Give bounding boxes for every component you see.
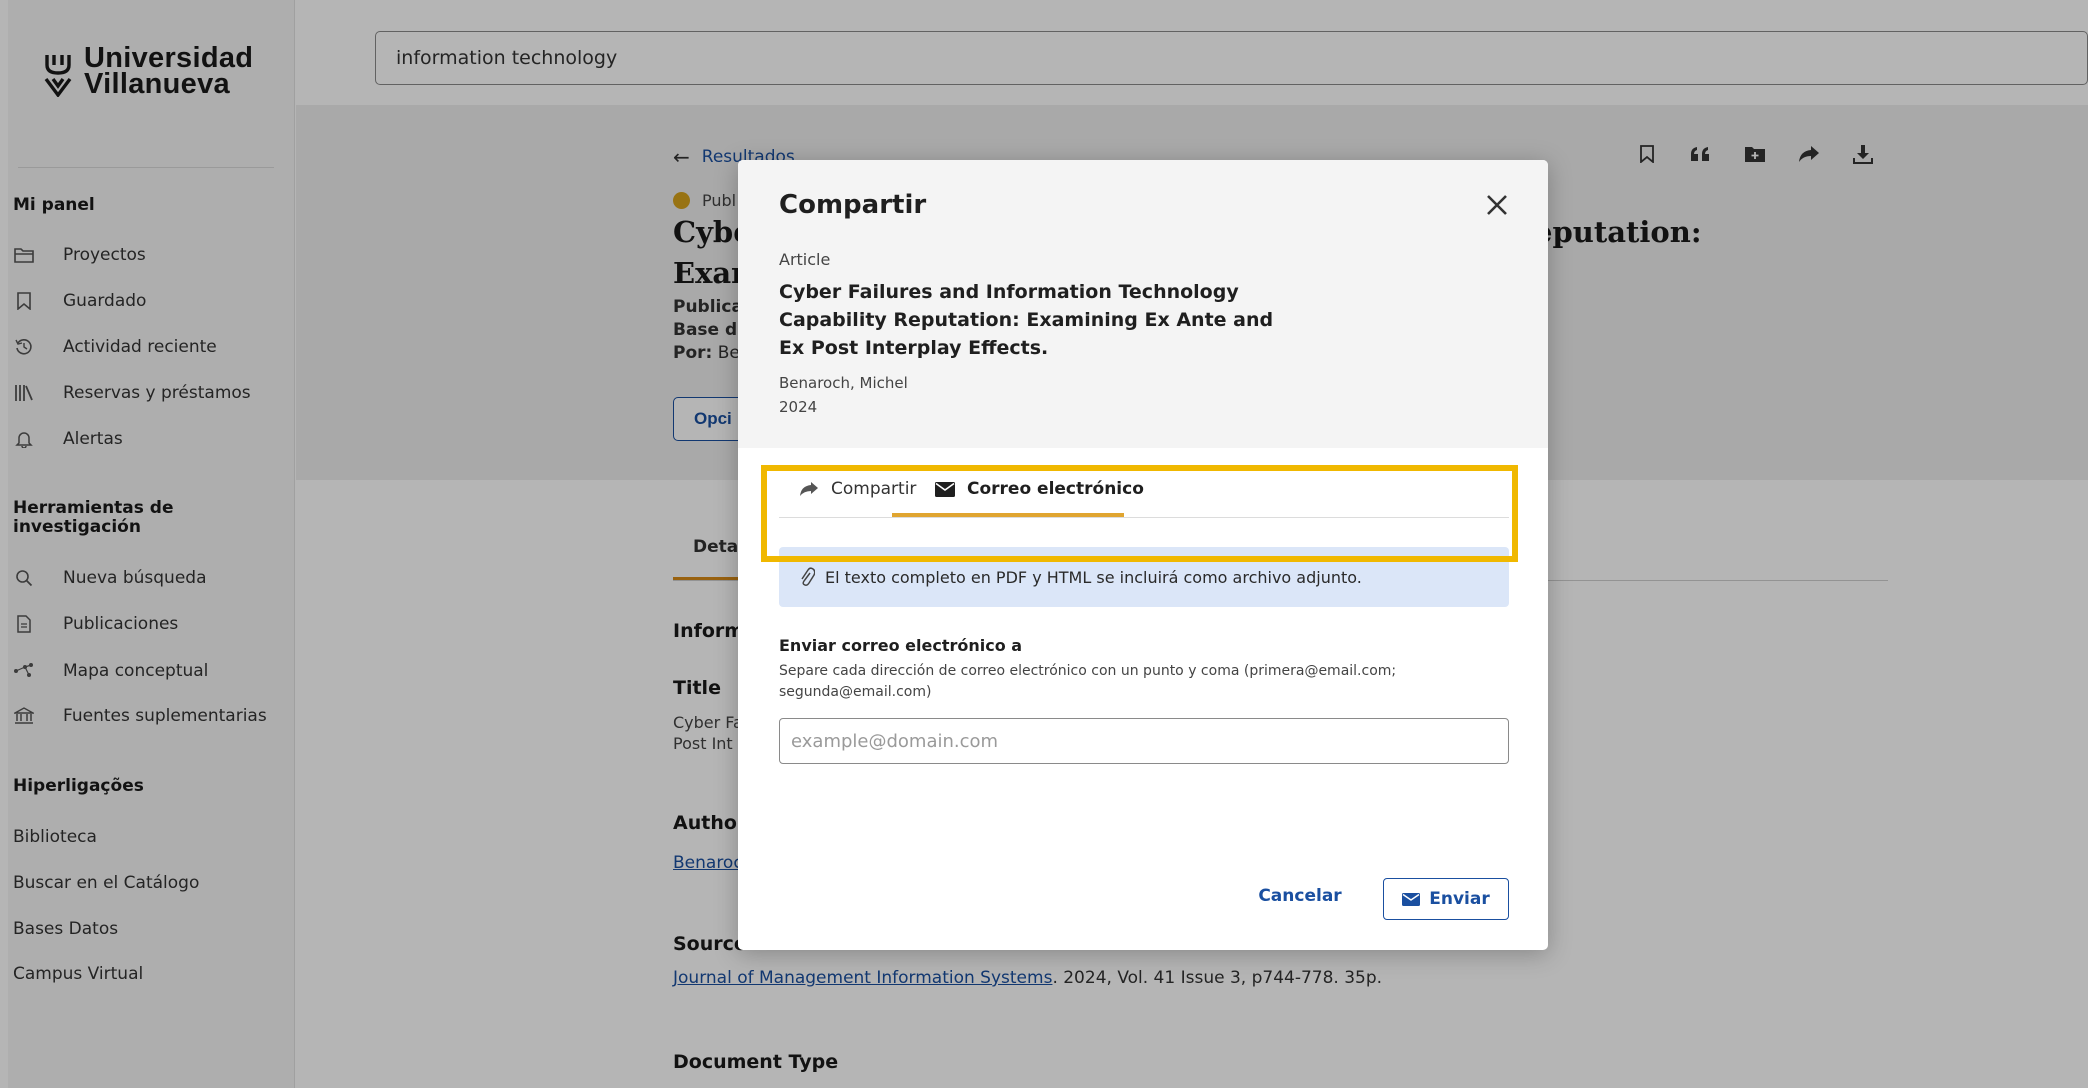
send-to-label: Enviar correo electrónico a — [779, 636, 1023, 655]
paperclip-icon — [799, 567, 815, 587]
cancel-button[interactable]: Cancelar — [1255, 878, 1345, 914]
envelope-icon — [935, 481, 955, 497]
tab-share[interactable]: Compartir — [799, 460, 916, 518]
share-dialog: Compartir Article Cyber Failures and Inf… — [738, 160, 1548, 950]
article-type: Article — [779, 250, 831, 269]
envelope-icon — [1402, 892, 1421, 906]
send-button-label: Enviar — [1429, 889, 1490, 909]
email-field[interactable] — [779, 718, 1509, 764]
tab-email[interactable]: Correo electrónico — [935, 460, 1144, 518]
article-author: Benaroch, Michel — [779, 374, 908, 392]
tab-share-label: Compartir — [831, 479, 917, 499]
send-button[interactable]: Enviar — [1383, 878, 1509, 920]
article-title: Cyber Failures and Information Technolog… — [779, 281, 1274, 359]
attachment-info-banner: El texto completo en PDF y HTML se inclu… — [779, 547, 1509, 607]
share-arrow-icon — [799, 481, 819, 497]
banner-text: El texto completo en PDF y HTML se inclu… — [825, 567, 1362, 587]
active-tab-underline — [892, 513, 1124, 517]
send-to-help: Separe cada dirección de correo electrón… — [779, 663, 1397, 700]
dialog-title: Compartir — [779, 190, 927, 220]
page: Universidad Villanueva Mi panel Proyecto… — [0, 0, 2088, 1088]
tab-email-label: Correo electrónico — [967, 479, 1144, 499]
article-year: 2024 — [779, 398, 818, 416]
close-icon[interactable] — [1480, 188, 1514, 222]
dialog-tabs: Compartir Correo electrónico — [779, 460, 1509, 518]
